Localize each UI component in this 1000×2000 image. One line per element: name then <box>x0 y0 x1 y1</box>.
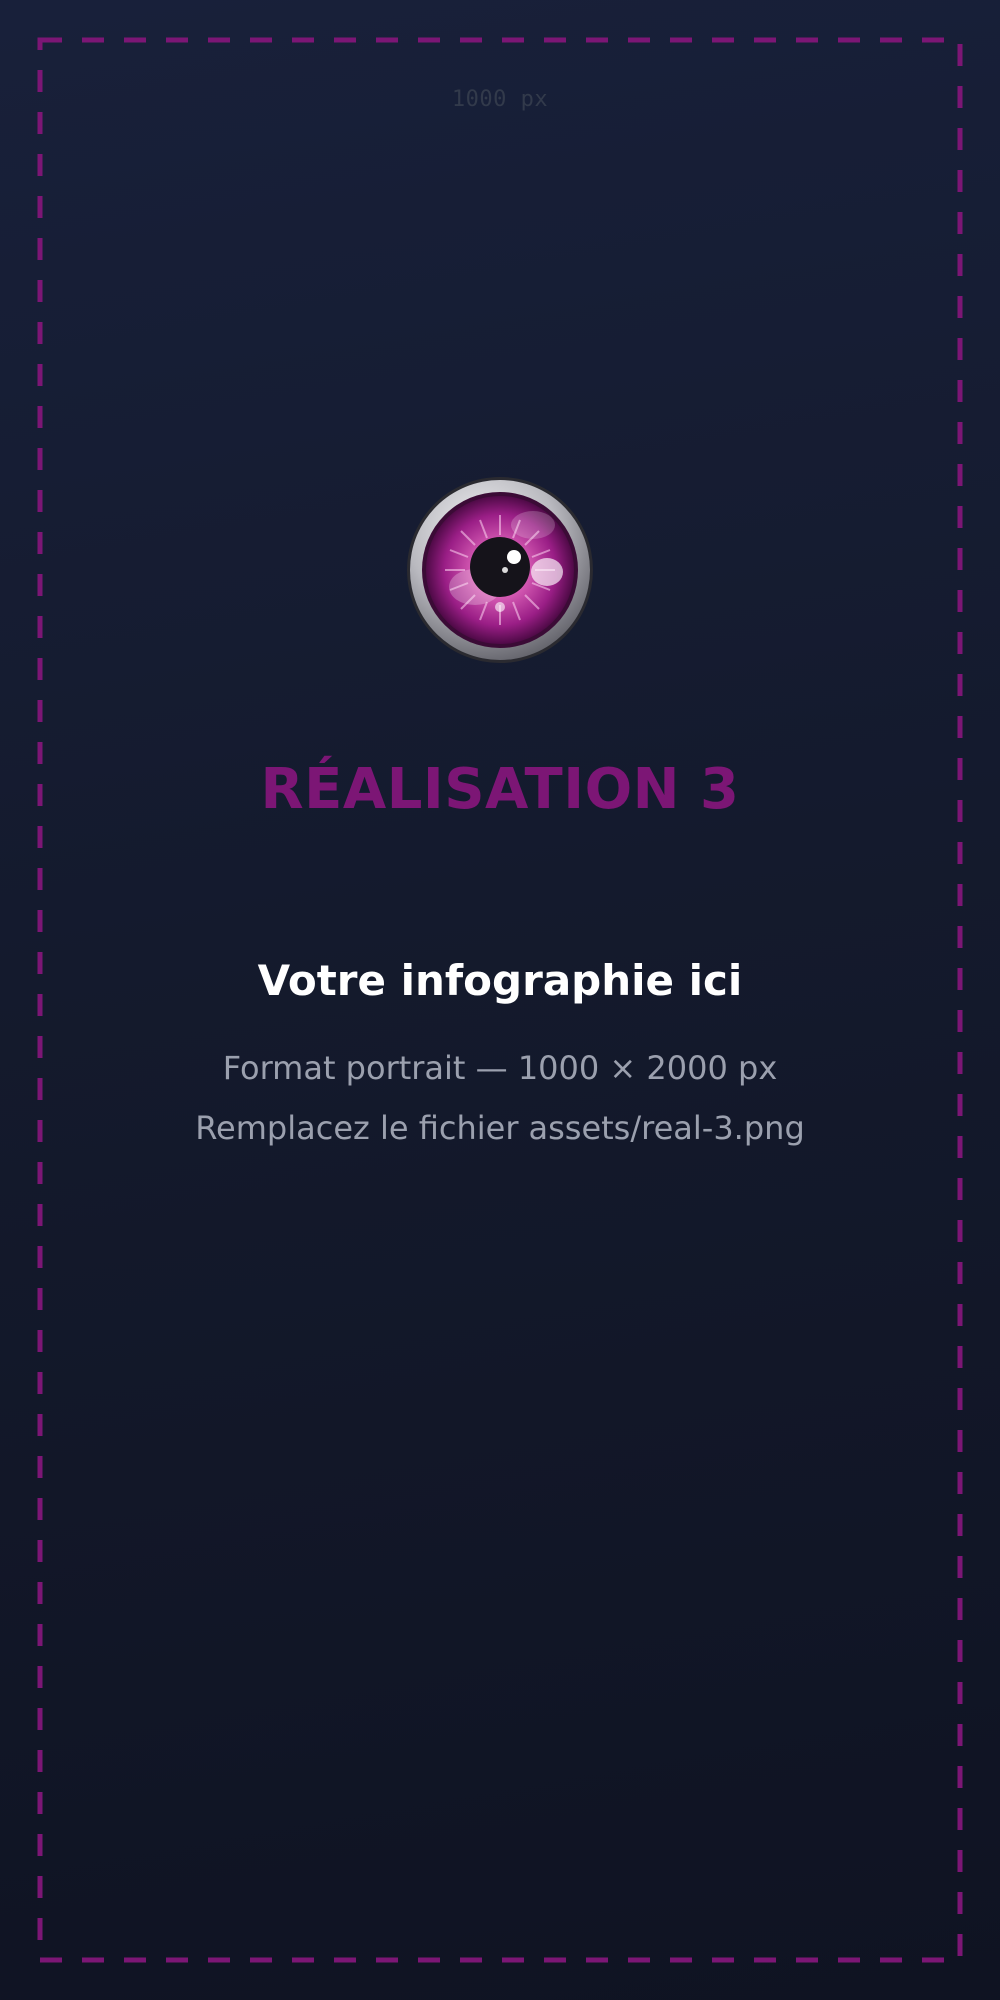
placeholder-heading: Votre infographie ici <box>257 956 743 1005</box>
replace-instruction-label: Remplacez le fichier <box>195 1109 519 1147</box>
file-path: assets/real-3.png <box>528 1109 805 1147</box>
width-dimension-label: 1000 px <box>451 87 549 112</box>
page-title: RÉALISATION 3 <box>260 757 740 822</box>
replace-instruction: Remplacez le fichier assets/real-3.png <box>0 1112 1000 1144</box>
format-description: Format portrait — 1000 × 2000 px <box>222 1049 778 1087</box>
eye-icon <box>405 475 595 665</box>
